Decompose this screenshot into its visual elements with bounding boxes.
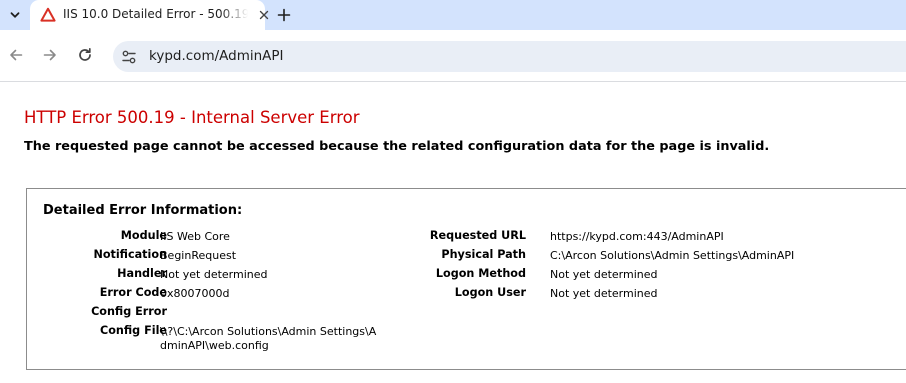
label-requested-url: Requested URL (429, 229, 526, 242)
value-physical-path: C:\Arcon Solutions\Admin Settings\AdminA… (550, 249, 795, 262)
value-logon-method: Not yet determined (550, 268, 658, 281)
close-icon[interactable] (257, 8, 271, 22)
label-config-error: Config Error (91, 305, 167, 318)
plus-icon (277, 8, 291, 22)
arrow-left-icon (10, 49, 23, 61)
value-logon-user: Not yet determined (550, 287, 658, 300)
tab-search-button[interactable] (4, 4, 26, 26)
detailed-error-panel: Detailed Error Information: Module Notif… (26, 188, 906, 370)
value-config-file-line2: dminAPI\web.config (160, 339, 269, 352)
url-text[interactable]: kypd.com/AdminAPI (149, 48, 284, 64)
error-title: HTTP Error 500.19 - Internal Server Erro… (24, 108, 360, 127)
browser-toolbar: kypd.com/AdminAPI (0, 30, 906, 82)
value-handler: Not yet determined (160, 268, 268, 281)
value-error-code: 0x8007000d (160, 287, 230, 300)
active-tab[interactable]: IIS 10.0 Detailed Error - 500.19 - Inter… (30, 0, 269, 30)
value-notification: BeginRequest (160, 249, 237, 262)
value-config-file-line1: \\?\C:\Arcon Solutions\Admin Settings\A (160, 325, 377, 338)
chevron-down-icon (10, 12, 20, 18)
arrow-right-icon (43, 49, 56, 61)
forward-button[interactable] (37, 42, 63, 68)
detail-heading: Detailed Error Information: (43, 203, 243, 218)
label-logon-method: Logon Method (435, 267, 526, 280)
new-tab-button[interactable] (273, 4, 295, 26)
value-requested-url: https://kypd.com:443/AdminAPI (550, 230, 724, 243)
address-bar[interactable]: kypd.com/AdminAPI (113, 41, 906, 72)
reload-button[interactable] (72, 42, 98, 68)
warning-triangle-icon (40, 7, 56, 22)
label-config-file: Config File (100, 324, 167, 337)
error-description: The requested page cannot be accessed be… (24, 139, 770, 154)
label-error-code: Error Code (99, 286, 167, 299)
reload-icon (79, 47, 91, 61)
label-physical-path: Physical Path (441, 248, 526, 261)
site-settings-icon[interactable] (121, 49, 137, 65)
back-button[interactable] (3, 42, 29, 68)
value-module: IIS Web Core (160, 230, 230, 243)
label-notification: Notification (93, 248, 167, 261)
tab-title: IIS 10.0 Detailed Error - 500.19 - Inter… (63, 7, 248, 21)
label-logon-user: Logon User (454, 286, 526, 299)
tab-strip: IIS 10.0 Detailed Error - 500.19 - Inter… (0, 0, 906, 30)
